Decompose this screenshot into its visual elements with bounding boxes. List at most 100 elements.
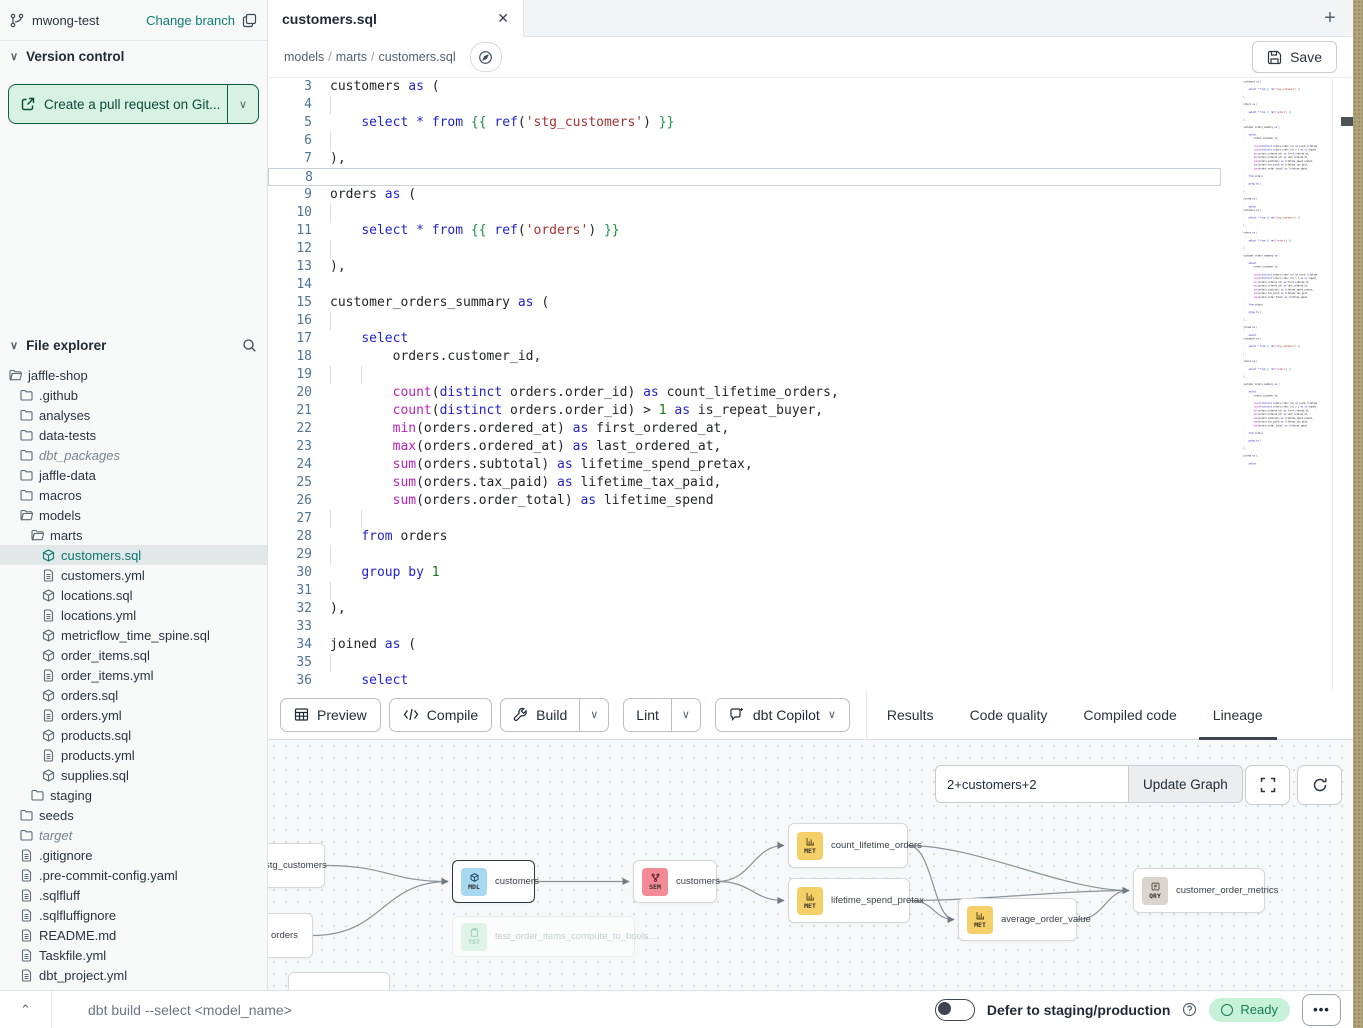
lineage-node-clip[interactable] — [288, 972, 390, 990]
code-line-29[interactable]: 29 — [268, 546, 1353, 564]
build-caret[interactable]: ∨ — [579, 699, 608, 731]
code-line-34[interactable]: 34joined as ( — [268, 636, 1353, 654]
tab-customers-sql[interactable]: customers.sql ✕ — [268, 0, 524, 37]
compile-button[interactable]: Compile — [389, 698, 492, 732]
code-line-20[interactable]: 20 count(distinct orders.order_id) as co… — [268, 384, 1353, 402]
code-line-35[interactable]: 35 — [268, 654, 1353, 672]
minimap[interactable]: 3customers as (45 select * from {{ ref('… — [1233, 80, 1317, 480]
help-icon[interactable] — [1182, 1002, 1197, 1017]
refresh-icon[interactable] — [1297, 765, 1342, 805]
code-line-28[interactable]: 28 from orders — [268, 528, 1353, 546]
lineage-lens-button[interactable] — [470, 42, 502, 72]
file-explorer-header[interactable]: ∨ File explorer — [0, 332, 267, 359]
search-icon[interactable] — [242, 338, 257, 353]
tree-item--pre-commit-config-yaml[interactable]: .pre-commit-config.yaml — [0, 865, 267, 885]
code-line-14[interactable]: 14 — [268, 276, 1353, 294]
code-line-17[interactable]: 17 select — [268, 330, 1353, 348]
tree-item-analyses[interactable]: analyses — [0, 405, 267, 425]
code-line-22[interactable]: 22 min(orders.ordered_at) as first_order… — [268, 420, 1353, 438]
tree-item-products-sql[interactable]: products.sql — [0, 725, 267, 745]
code-line-11[interactable]: 11 select * from {{ ref('orders') }} — [268, 222, 1353, 240]
code-line-15[interactable]: 15customer_orders_summary as ( — [268, 294, 1353, 312]
code-line-31[interactable]: 31 — [268, 582, 1353, 600]
code-line-6[interactable]: 6 — [268, 132, 1353, 150]
tree-item-dbt-packages[interactable]: dbt_packages — [0, 445, 267, 465]
lineage-node-orders[interactable]: MDLorders — [268, 913, 313, 958]
status-badge[interactable]: Ready — [1209, 998, 1290, 1022]
code-line-3[interactable]: 3customers as ( — [268, 78, 1353, 96]
tree-item-locations-yml[interactable]: locations.yml — [0, 605, 267, 625]
lint-main[interactable]: Lint — [624, 699, 671, 731]
tree-item--github[interactable]: .github — [0, 385, 267, 405]
tree-item-dbt-project-yml[interactable]: dbt_project.yml — [0, 965, 267, 985]
tree-item-orders-yml[interactable]: orders.yml — [0, 705, 267, 725]
change-branch-link[interactable]: Change branch — [146, 13, 235, 28]
code-line-36[interactable]: 36 select — [1233, 462, 1316, 466]
tree-item-seeds[interactable]: seeds — [0, 805, 267, 825]
save-button[interactable]: Save — [1252, 41, 1337, 73]
lint-caret[interactable]: ∨ — [671, 699, 700, 731]
tree-item--gitignore[interactable]: .gitignore — [0, 845, 267, 865]
lineage-selector-input[interactable]: 2+customers+2 — [935, 765, 1128, 803]
tree-item-metricflow-time-spine-sql[interactable]: metricflow_time_spine.sql — [0, 625, 267, 645]
tab-lineage[interactable]: Lineage — [1213, 690, 1263, 740]
version-control-header[interactable]: ∨ Version control — [0, 41, 267, 68]
code-line-30[interactable]: 30 group by 1 — [268, 564, 1353, 582]
code-line-36[interactable]: 36 select — [268, 672, 1353, 690]
lineage-node-tst[interactable]: TSTtest_order_items_compute_to_bools... — [452, 916, 635, 957]
tree-item-models[interactable]: models — [0, 505, 267, 525]
tree-item-macros[interactable]: macros — [0, 485, 267, 505]
tree-item-marts[interactable]: marts — [0, 525, 267, 545]
lineage-node-stg[interactable]: MDLstg_customers — [268, 843, 325, 888]
lineage-node-lsp[interactable]: METlifetime_spend_pretax — [788, 878, 910, 923]
new-tab-button[interactable]: + — [1307, 0, 1353, 36]
tree-item--sqlfluffignore[interactable]: .sqlfluffignore — [0, 905, 267, 925]
tree-item-data-tests[interactable]: data-tests — [0, 425, 267, 445]
collapse-icon[interactable]: ⌃ — [0, 1002, 51, 1018]
tab-code-quality[interactable]: Code quality — [970, 690, 1048, 740]
tab-results[interactable]: Results — [887, 690, 934, 740]
tree-item-taskfile-yml[interactable]: Taskfile.yml — [0, 945, 267, 965]
tree-item-readme-md[interactable]: README.md — [0, 925, 267, 945]
code-line-21[interactable]: 21 count(distinct orders.order_id) > 1 a… — [268, 402, 1353, 420]
lineage-node-clo[interactable]: METcount_lifetime_orders — [788, 823, 908, 868]
tree-item-customers-yml[interactable]: customers.yml — [0, 565, 267, 585]
code-line-33[interactable]: 33 — [268, 618, 1353, 636]
tree-item-products-yml[interactable]: products.yml — [0, 745, 267, 765]
code-editor[interactable]: 3customers as (45 select * from {{ ref('… — [268, 78, 1353, 691]
dbt-copilot-button[interactable]: dbt Copilot ∨ — [715, 698, 850, 732]
tree-item--sqlfluff[interactable]: .sqlfluff — [0, 885, 267, 905]
code-line-32[interactable]: 32), — [268, 600, 1353, 618]
code-line-12[interactable]: 12 — [268, 240, 1353, 258]
code-line-16[interactable]: 16 — [268, 312, 1353, 330]
lineage-node-mdl[interactable]: MDLcustomers — [452, 860, 535, 903]
tree-item-jaffle-data[interactable]: jaffle-data — [0, 465, 267, 485]
code-line-27[interactable]: 27 — [268, 510, 1353, 528]
tree-item-staging[interactable]: staging — [0, 785, 267, 805]
code-line-19[interactable]: 19 — [268, 366, 1353, 384]
preview-button[interactable]: Preview — [280, 698, 381, 732]
code-line-9[interactable]: 9orders as ( — [268, 186, 1353, 204]
command-input[interactable]: dbt build --select <model_name> — [88, 1002, 292, 1018]
create-pr-caret[interactable]: ∨ — [228, 85, 258, 123]
tree-item-order-items-sql[interactable]: order_items.sql — [0, 645, 267, 665]
code-line-10[interactable]: 10 — [268, 204, 1353, 222]
code-line-26[interactable]: 26 sum(orders.order_total) as lifetime_s… — [268, 492, 1353, 510]
close-icon[interactable]: ✕ — [497, 10, 509, 27]
lineage-node-qry[interactable]: QRYcustomer_order_metrics — [1133, 868, 1265, 913]
code-line-8[interactable]: 8 — [268, 168, 1221, 186]
scrollbar-handle[interactable] — [1341, 117, 1353, 126]
tree-item-locations-sql[interactable]: locations.sql — [0, 585, 267, 605]
tree-item-jaffle-shop[interactable]: jaffle-shop — [0, 365, 267, 385]
tree-item-supplies-sql[interactable]: supplies.sql — [0, 765, 267, 785]
lineage-node-sem[interactable]: SEMcustomers — [633, 860, 717, 903]
code-line-18[interactable]: 18 orders.customer_id, — [268, 348, 1353, 366]
tree-item-order-items-yml[interactable]: order_items.yml — [0, 665, 267, 685]
code-line-13[interactable]: 13), — [268, 258, 1353, 276]
code-line-25[interactable]: 25 sum(orders.tax_paid) as lifetime_tax_… — [268, 474, 1353, 492]
build-main[interactable]: Build — [501, 699, 579, 731]
tab-compiled-code[interactable]: Compiled code — [1083, 690, 1176, 740]
fullscreen-button[interactable] — [1245, 765, 1290, 805]
tree-item-target[interactable]: target — [0, 825, 267, 845]
code-line-7[interactable]: 7), — [268, 150, 1353, 168]
